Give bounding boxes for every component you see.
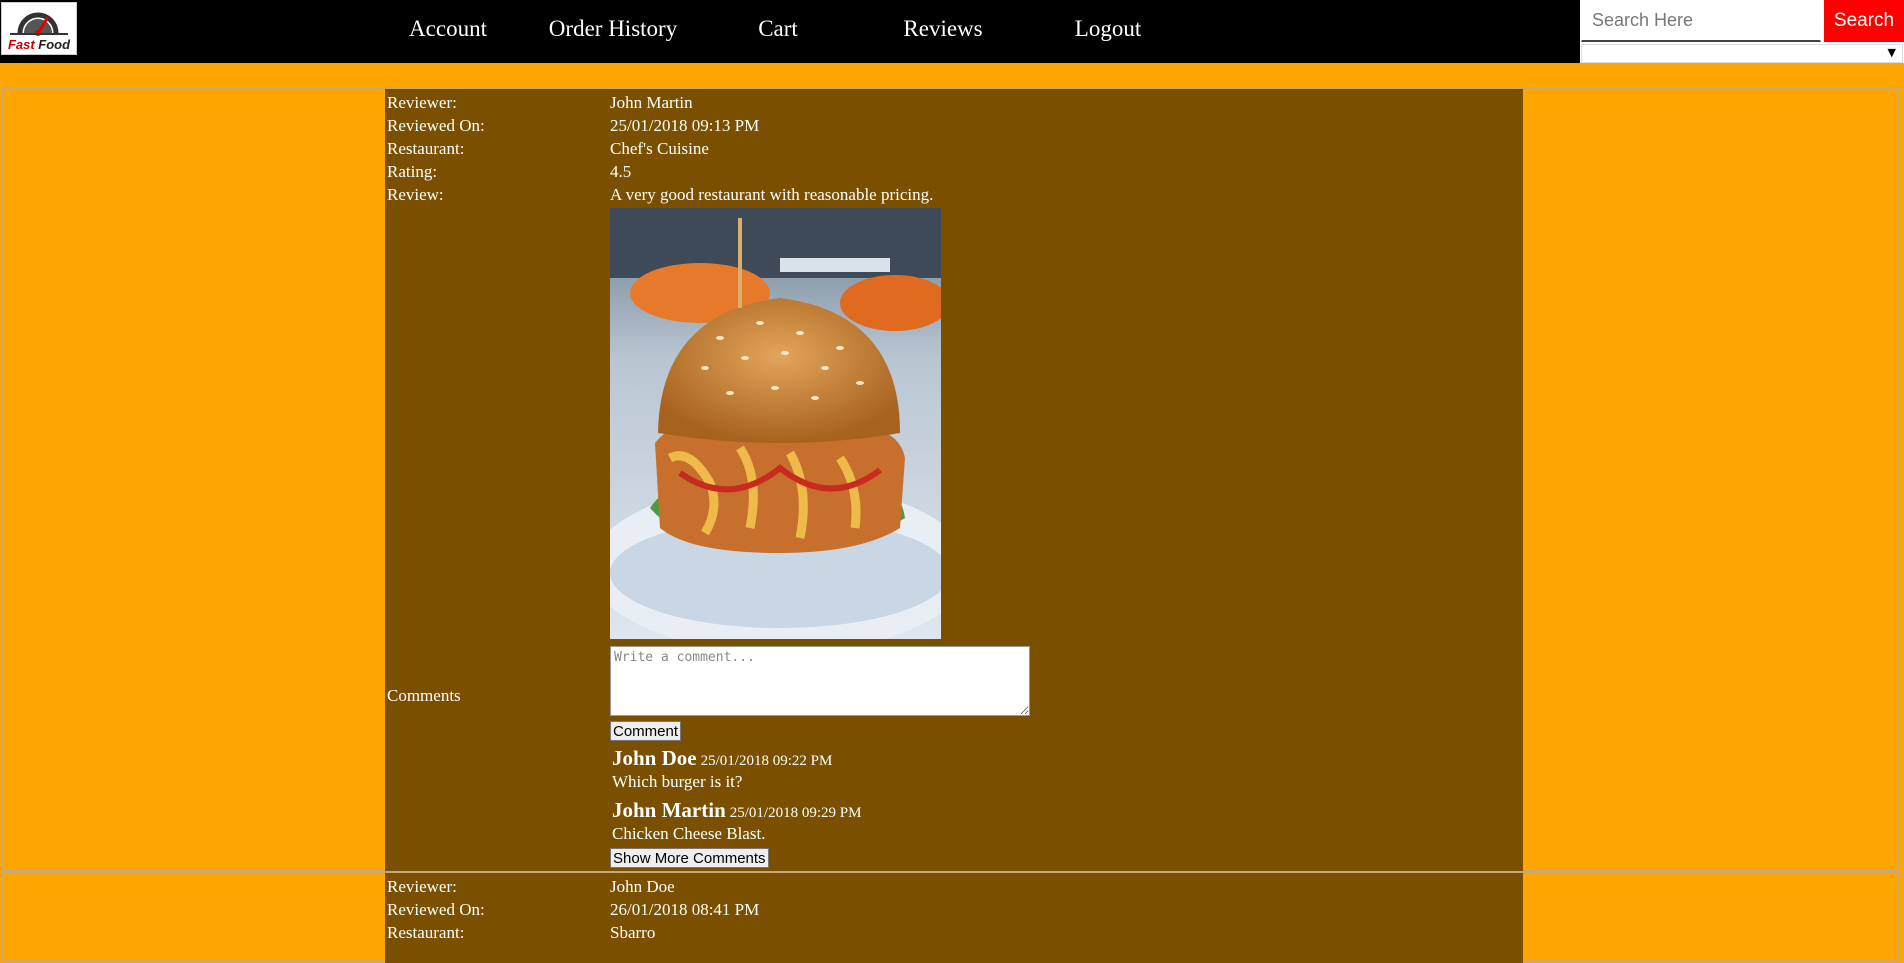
restaurant-value: Chef's Cuisine bbox=[610, 139, 709, 158]
search-input[interactable] bbox=[1581, 0, 1821, 42]
restaurant-label: Restaurant: bbox=[387, 139, 465, 158]
comment-text: Which burger is it? bbox=[612, 772, 743, 791]
search-button[interactable]: Search bbox=[1824, 0, 1904, 42]
show-more-comments-button[interactable]: Show More Comments bbox=[610, 848, 769, 868]
fast-food-logo[interactable]: Fast Food bbox=[1, 2, 77, 55]
review-content: Reviewer: John Martin Reviewed On: 25/01… bbox=[385, 89, 1523, 871]
review-card: Reviewer: John Doe Reviewed On: 26/01/20… bbox=[2, 871, 1900, 963]
dropdown-arrow-icon: ▼ bbox=[1887, 46, 1896, 59]
header-stripe bbox=[0, 63, 1904, 87]
comment-author: John Doe bbox=[612, 746, 697, 770]
comment-input[interactable] bbox=[610, 646, 1030, 716]
restaurant-value: Sbarro bbox=[610, 923, 656, 942]
nav-cart[interactable]: Cart bbox=[758, 16, 798, 42]
comment-header: John Martin 25/01/2018 09:29 PM bbox=[612, 798, 861, 823]
comment-author: John Martin bbox=[612, 798, 726, 822]
comment-date: 25/01/2018 09:29 PM bbox=[729, 805, 862, 821]
nav-reviews[interactable]: Reviews bbox=[903, 16, 982, 42]
nav-account[interactable]: Account bbox=[409, 16, 487, 42]
reviewed-on-value: 25/01/2018 09:13 PM bbox=[610, 116, 760, 135]
comment-text: Chicken Cheese Blast. bbox=[612, 824, 766, 843]
review-label: Review: bbox=[387, 185, 444, 204]
reviewed-on-label: Reviewed On: bbox=[387, 900, 485, 919]
comment-date: 25/01/2018 09:22 PM bbox=[700, 753, 833, 769]
nav-order-history[interactable]: Order History bbox=[549, 16, 677, 42]
nav-logout[interactable]: Logout bbox=[1075, 16, 1141, 42]
comments-label: Comments bbox=[387, 686, 461, 705]
rating-value: 4.5 bbox=[610, 162, 632, 181]
review-text: A very good restaurant with reasonable p… bbox=[610, 185, 934, 204]
reviewed-on-label: Reviewed On: bbox=[387, 116, 485, 135]
reviewer-label: Reviewer: bbox=[387, 93, 457, 112]
logo-text: Fast Food bbox=[8, 37, 71, 52]
review-content: Reviewer: John Doe Reviewed On: 26/01/20… bbox=[385, 873, 1523, 963]
comment-header: John Doe 25/01/2018 09:22 PM bbox=[612, 746, 832, 771]
reviewer-value: John Martin bbox=[610, 93, 693, 112]
reviewed-on-value: 26/01/2018 08:41 PM bbox=[610, 900, 760, 919]
rating-label: Rating: bbox=[387, 162, 438, 181]
review-card: Reviewer: John Martin Reviewed On: 25/01… bbox=[2, 87, 1900, 871]
search-category-select[interactable]: ▼ bbox=[1581, 44, 1903, 63]
comment-button[interactable]: Comment bbox=[610, 721, 682, 741]
reviewer-value: John Doe bbox=[610, 877, 675, 896]
review-photo[interactable] bbox=[610, 208, 941, 639]
reviewer-label: Reviewer: bbox=[387, 877, 457, 896]
restaurant-label: Restaurant: bbox=[387, 923, 465, 942]
